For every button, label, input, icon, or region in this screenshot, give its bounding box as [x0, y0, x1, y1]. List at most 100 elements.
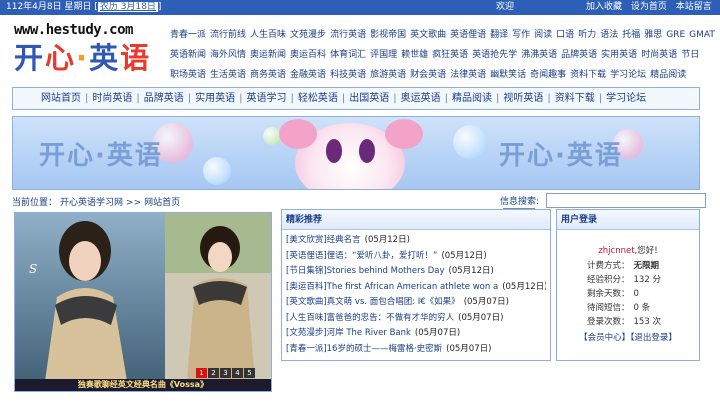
quick-link[interactable]: 节日: [681, 50, 699, 60]
article-link[interactable]: [奥运百科]The first African American athlete…: [286, 282, 498, 292]
quick-link[interactable]: 实用英语: [601, 50, 637, 60]
nav-easy-english[interactable]: 轻松英语: [298, 93, 338, 104]
search-label: 信息搜索:: [500, 197, 540, 207]
quick-link[interactable]: 体育词汇: [330, 50, 366, 60]
quick-link[interactable]: GRE: [666, 30, 685, 40]
quick-link[interactable]: 奇闻趣事: [530, 70, 566, 80]
quick-link[interactable]: 疯狂英语: [432, 50, 468, 60]
article-date: (05月12日): [502, 281, 546, 292]
quick-link[interactable]: 旅游英语: [370, 70, 406, 80]
slideshow-image: S: [15, 213, 271, 391]
logo-char: 心: [45, 41, 77, 75]
quick-link[interactable]: 人生百味: [250, 30, 286, 40]
nav-forum[interactable]: 学习论坛: [606, 93, 646, 104]
quick-link[interactable]: 商务英语: [250, 70, 286, 80]
nav-abroad-english[interactable]: 出国英语: [349, 93, 389, 104]
quick-link[interactable]: 法律英语: [450, 70, 486, 80]
mascot-ear: [279, 119, 317, 149]
quick-link[interactable]: 英文歌曲: [410, 30, 446, 40]
quick-link[interactable]: 资料下载: [570, 70, 606, 80]
quick-link[interactable]: 财会英语: [410, 70, 446, 80]
quick-link[interactable]: 英语俚语: [450, 30, 486, 40]
quick-link[interactable]: 雅思: [644, 30, 662, 40]
nav-separator: |: [496, 93, 500, 104]
guestbook-link[interactable]: 本站留言: [676, 2, 712, 12]
quick-link[interactable]: 职场英语: [170, 70, 206, 80]
quick-link[interactable]: 科技英语: [330, 70, 366, 80]
quick-link[interactable]: 文苑漫步: [290, 30, 326, 40]
pager-button[interactable]: 3: [220, 368, 231, 378]
quick-link[interactable]: 赖世雄: [401, 50, 428, 60]
quick-link[interactable]: GMAT: [689, 30, 715, 40]
list-item: [奥运百科]The first African American athlete…: [286, 280, 546, 296]
pager-button[interactable]: 2: [208, 368, 219, 378]
greeting-text: ,您好!: [634, 246, 658, 256]
nav-home[interactable]: 网站首页: [41, 93, 81, 104]
set-homepage-link[interactable]: 设为首页: [631, 2, 667, 12]
list-item: [美文欣赏]经典名言 (05月12日): [286, 233, 546, 249]
quick-link[interactable]: 奥运百科: [290, 50, 326, 60]
article-link[interactable]: [文苑漫步]河岸 The River Bank: [286, 328, 411, 338]
quick-link[interactable]: 时尚英语: [641, 50, 677, 60]
member-center-link[interactable]: 【会员中心】: [579, 333, 630, 343]
logo-char: 英: [89, 41, 121, 75]
quick-link[interactable]: 青春一派: [170, 30, 206, 40]
article-link[interactable]: [青春一派]16岁的硕士——梅雷格·史密斯: [286, 344, 442, 354]
add-favorite-link[interactable]: 加入收藏: [586, 2, 622, 12]
quick-link[interactable]: 幽默笑话: [490, 70, 526, 80]
article-link[interactable]: [英语俚语]俚语：“爱听八卦，爱打听！”: [286, 251, 437, 261]
lunar-date-link[interactable]: 农历 3月18日: [97, 2, 158, 12]
quick-link[interactable]: 影视帝国: [370, 30, 406, 40]
article-link[interactable]: [人生百味]富爸爸的忠告：不做有才华的穷人: [286, 313, 454, 323]
quick-link[interactable]: 生活英语: [210, 70, 246, 80]
photo-slideshow[interactable]: S 12345 独奏歌聊经英文经典名曲《Vossa》: [14, 212, 272, 392]
nav-separator: |: [187, 93, 192, 104]
quick-link[interactable]: 沸沸英语: [521, 50, 557, 60]
nav-separator: |: [239, 93, 243, 104]
nav-brand-english[interactable]: 品牌英语: [144, 93, 184, 104]
banner[interactable]: 开心·英语 开心·英语: [12, 116, 700, 190]
nav-audio-video[interactable]: 视听英语: [503, 93, 543, 104]
article-date: (05月12日): [364, 235, 410, 245]
stat-row: 计费方式： 无限期: [587, 259, 661, 273]
quick-link[interactable]: 流行英语: [330, 30, 366, 40]
quick-link[interactable]: 阅读: [534, 30, 552, 40]
nav-reading[interactable]: 精品阅读: [452, 93, 492, 104]
quick-link[interactable]: 听力: [578, 30, 596, 40]
pager-button[interactable]: 1: [196, 368, 207, 378]
quick-link[interactable]: 评国理: [370, 50, 397, 60]
quick-link[interactable]: 流行前线: [210, 30, 246, 40]
quick-link[interactable]: 奥运新闻: [250, 50, 286, 60]
quick-link[interactable]: 托福: [622, 30, 640, 40]
pager-button[interactable]: 4: [232, 368, 243, 378]
quick-link[interactable]: 翻译: [490, 30, 508, 40]
quick-link[interactable]: 语法: [600, 30, 618, 40]
stat-label: 登录次数：: [587, 317, 630, 327]
quick-link[interactable]: 品牌英语: [561, 50, 597, 60]
nav-downloads[interactable]: 资料下载: [555, 93, 595, 104]
nav-fashion-english[interactable]: 时尚英语: [92, 93, 132, 104]
nav-olympic-english[interactable]: 奥运英语: [401, 93, 441, 104]
article-link[interactable]: [英文歌曲]真文萌 vs. 面包合唱团: I€《如果》: [286, 297, 460, 307]
stat-row: 登录次数： 153 次: [587, 315, 661, 329]
quick-link[interactable]: 精品阅读: [650, 70, 686, 80]
logout-link[interactable]: 【退出登录】: [630, 333, 677, 343]
nav-practical-english[interactable]: 实用英语: [195, 93, 235, 104]
quick-link[interactable]: 英语新闻: [170, 50, 206, 60]
quick-link[interactable]: 写作: [512, 30, 530, 40]
article-link[interactable]: [美文欣赏]经典名言: [286, 235, 361, 245]
nav-english-learning[interactable]: 英语学习: [247, 93, 287, 104]
search-input[interactable]: [545, 193, 706, 208]
logo-char: ·: [76, 41, 90, 75]
article-link[interactable]: [节日集锦]Stories behind Mothers Day: [286, 266, 445, 276]
slideshow-caption[interactable]: 独奏歌聊经英文经典名曲《Vossa》: [15, 379, 271, 391]
breadcrumb-home-link[interactable]: 开心英语学习网: [60, 198, 123, 208]
quick-link[interactable]: 英语抢先学: [472, 50, 517, 60]
quick-link[interactable]: 学习论坛: [610, 70, 646, 80]
pager-button[interactable]: 5: [244, 368, 255, 378]
stat-value: 0: [633, 289, 639, 299]
site-logo[interactable]: www.hestudy.com 开心·英语: [14, 22, 170, 80]
quick-link[interactable]: 口语: [556, 30, 574, 40]
quick-link[interactable]: 海外风情: [210, 50, 246, 60]
quick-link[interactable]: 金融英语: [290, 70, 326, 80]
